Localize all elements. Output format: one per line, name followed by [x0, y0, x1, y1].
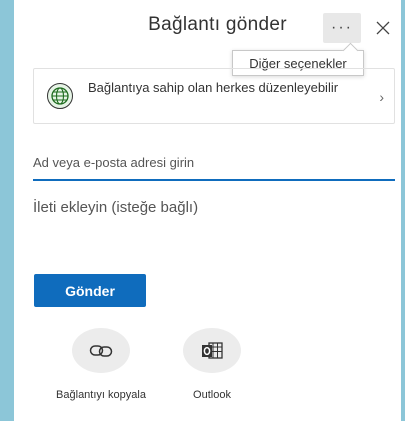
link-icon [89, 344, 113, 357]
outlook-option[interactable]: Outlook [157, 328, 267, 401]
message-field[interactable] [33, 199, 395, 249]
recipient-field[interactable] [33, 147, 395, 181]
chevron-right-icon: › [379, 89, 384, 105]
send-button[interactable]: Gönder [34, 274, 146, 307]
outlook-label: Outlook [193, 389, 231, 401]
copy-link-option[interactable]: Bağlantıyı kopyala [46, 328, 156, 401]
globe-icon [47, 83, 73, 109]
message-input[interactable] [33, 199, 395, 249]
recipient-input[interactable] [33, 147, 395, 177]
link-permission-text: Bağlantıya sahip olan herkes düzenleyebi… [88, 80, 339, 95]
outlook-button[interactable] [183, 328, 241, 373]
send-link-dialog: Bağlantı gönder ··· Diğer seçenekler Bağ… [14, 0, 401, 421]
close-icon [376, 21, 390, 35]
close-button[interactable] [370, 13, 396, 43]
more-options-button[interactable]: ··· [323, 13, 361, 43]
outlook-icon [202, 341, 223, 359]
link-permission-card[interactable]: Bağlantıya sahip olan herkes düzenleyebi… [33, 68, 395, 124]
copy-link-button[interactable] [72, 328, 130, 373]
copy-link-label: Bağlantıyı kopyala [56, 389, 146, 401]
